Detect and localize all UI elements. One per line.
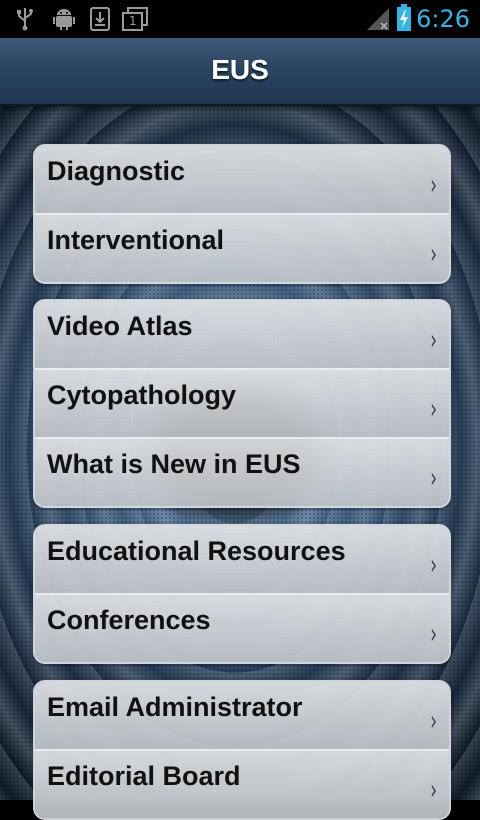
notification-badge-icon: 1 [122, 7, 148, 31]
chevron-right-icon: › [430, 461, 437, 494]
menu-item-video-atlas[interactable]: Video Atlas › [35, 301, 449, 370]
menu-group-4: Email Administrator › Editorial Board › [33, 680, 451, 820]
menu-item-label: Cytopathology [47, 380, 236, 410]
menu-item-label: What is New in EUS [47, 449, 301, 479]
usb-icon [17, 8, 33, 31]
menu-group-1: Diagnostic › Interventional › [33, 144, 451, 284]
status-bar: 1 6:26 [0, 0, 480, 38]
action-bar: EUS [0, 38, 480, 106]
clock: 6:26 [416, 5, 470, 33]
menu-item-label: Educational Resources [47, 536, 346, 566]
chevron-right-icon: › [430, 392, 437, 425]
menu-group-3: Educational Resources › Conferences › [33, 524, 451, 664]
chevron-right-icon: › [430, 168, 437, 201]
menu-item-label: Diagnostic [47, 156, 186, 186]
chevron-right-icon: › [430, 548, 437, 581]
menu-item-label: Editorial Board [47, 761, 241, 791]
menu-item-diagnostic[interactable]: Diagnostic › [35, 146, 449, 215]
menu-item-email-administrator[interactable]: Email Administrator › [35, 682, 449, 751]
chevron-right-icon: › [430, 704, 437, 737]
notification-count: 1 [129, 14, 137, 28]
download-icon [90, 7, 110, 31]
menu-item-conferences[interactable]: Conferences › [35, 595, 449, 662]
menu-item-label: Interventional [47, 225, 225, 255]
menu-item-interventional[interactable]: Interventional › [35, 215, 449, 282]
chevron-right-icon: › [430, 323, 437, 356]
page-title: EUS [211, 54, 269, 85]
menu-item-label: Video Atlas [47, 311, 193, 341]
menu-group-2: Video Atlas › Cytopathology › What is Ne… [33, 299, 451, 508]
menu-item-whats-new[interactable]: What is New in EUS › [35, 439, 449, 506]
chevron-right-icon: › [430, 617, 437, 650]
chevron-right-icon: › [430, 773, 437, 806]
menu-item-editorial-board[interactable]: Editorial Board › [35, 751, 449, 818]
android-debug-icon [53, 9, 75, 30]
chevron-right-icon: › [430, 237, 437, 270]
menu-item-cytopathology[interactable]: Cytopathology › [35, 370, 449, 439]
battery-charging-icon [397, 4, 411, 31]
menu-item-label: Conferences [47, 605, 211, 635]
menu-item-label: Email Administrator [47, 692, 303, 722]
menu-item-educational-resources[interactable]: Educational Resources › [35, 526, 449, 595]
signal-icon [367, 8, 389, 30]
